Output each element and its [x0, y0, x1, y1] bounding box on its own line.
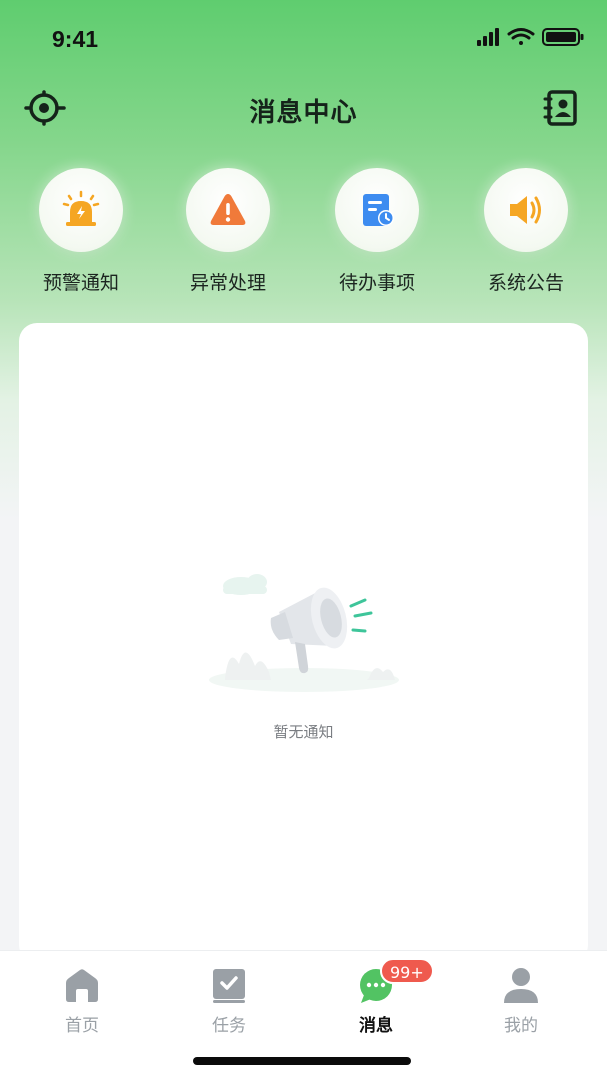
todo-clock-icon [335, 168, 419, 252]
alarm-light-icon [39, 168, 123, 252]
status-bar: 9:41 [0, 0, 607, 80]
tab-home[interactable]: 首页 [32, 965, 132, 1037]
quick-action-exception-handling[interactable]: 异常处理 [168, 160, 288, 300]
tab-tasks[interactable]: 任务 [179, 965, 279, 1037]
contacts-book-icon[interactable] [539, 86, 583, 130]
nav-header: 消息中心 [0, 80, 607, 136]
quick-action-label: 异常处理 [189, 272, 266, 294]
quick-action-label: 预警通知 [42, 272, 119, 294]
tab-label: 我的 [504, 1016, 538, 1036]
quick-action-todo[interactable]: 待办事项 [317, 160, 437, 300]
tab-label: 任务 [212, 1016, 246, 1036]
tab-label: 消息 [359, 1016, 393, 1036]
unread-badge: 99+ [380, 958, 434, 984]
message-list-card: 暂无通知 [19, 323, 588, 963]
task-check-icon [209, 965, 249, 1005]
quick-action-label: 系统公告 [487, 272, 564, 294]
home-indicator [193, 1057, 411, 1065]
empty-state-text: 暂无通知 [273, 723, 334, 741]
tab-label: 首页 [65, 1016, 99, 1036]
status-icons [477, 26, 587, 48]
battery-icon [542, 28, 584, 46]
warning-triangle-icon [186, 168, 270, 252]
wifi-icon [507, 28, 535, 45]
quick-action-system-announcement[interactable]: 系统公告 [466, 160, 586, 300]
quick-action-warning-notice[interactable]: 预警通知 [21, 160, 141, 300]
quick-actions: 预警通知 异常处理 待办事项 系统公告 [0, 160, 607, 300]
speaker-icon [484, 168, 568, 252]
home-icon [62, 965, 102, 1005]
user-icon [501, 965, 541, 1005]
signal-icon [477, 28, 499, 46]
megaphone-illustration [199, 568, 409, 698]
tab-profile[interactable]: 我的 [471, 965, 571, 1037]
page-title: 消息中心 [249, 98, 358, 128]
status-time: 9:41 [52, 26, 99, 52]
quick-action-label: 待办事项 [338, 272, 415, 294]
